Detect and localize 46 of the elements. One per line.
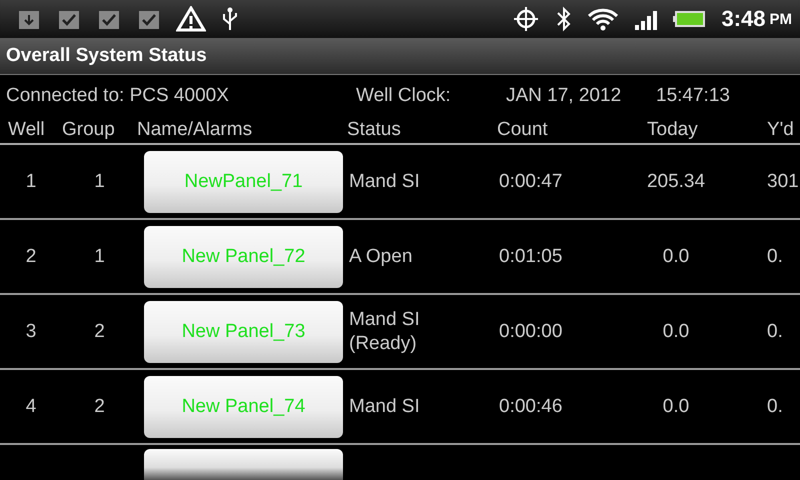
column-header: Name/Alarms bbox=[137, 119, 254, 141]
panel-button[interactable] bbox=[144, 449, 343, 480]
table-cell-text: 0:00:46 bbox=[498, 394, 564, 418]
table-cell-text: Mand SI bbox=[348, 170, 421, 194]
wifi-icon bbox=[587, 6, 620, 32]
table-cell-text: 2 bbox=[93, 394, 106, 418]
table-cell-text: Mand SI (Ready) bbox=[348, 308, 421, 356]
clock-date: JAN 17, 2012 bbox=[506, 85, 622, 107]
table-cell-text: 3 bbox=[24, 320, 38, 344]
clock-time: 3:48 bbox=[721, 6, 766, 32]
connection-label: Connected to: PCS 4000X bbox=[5, 85, 230, 107]
usb-icon bbox=[220, 6, 240, 32]
panel-button[interactable]: New Panel_74 bbox=[144, 376, 343, 438]
table-cell-text: 1 bbox=[93, 244, 106, 268]
clock-time-value: 15:47:13 bbox=[656, 85, 731, 107]
panel-button[interactable]: NewPanel_71 bbox=[144, 150, 343, 212]
table-cell-text: 2 bbox=[93, 320, 106, 344]
column-header: Well bbox=[7, 119, 46, 141]
table-cell-text: 205.34 bbox=[646, 170, 706, 194]
screen-title: Overall System Status bbox=[6, 45, 207, 67]
table-cell-text: 4 bbox=[24, 394, 38, 418]
panel-button[interactable]: New Panel_73 bbox=[144, 300, 343, 362]
panel-button[interactable]: New Panel_72 bbox=[144, 226, 343, 288]
table-cell-text: A Open bbox=[348, 244, 414, 268]
table-cell-text: Mand SI bbox=[348, 394, 421, 418]
table-cell-text: 301 bbox=[766, 170, 800, 194]
table-cell-text: 0. bbox=[766, 244, 784, 268]
column-header: Y'd bbox=[766, 119, 795, 141]
table-cell-text: 0:00:00 bbox=[498, 320, 564, 344]
table-cell-text: 0.0 bbox=[662, 320, 690, 344]
column-header: Today bbox=[646, 119, 699, 141]
table-cell-text: 0. bbox=[766, 320, 784, 344]
table-cell-text: 0. bbox=[766, 394, 784, 418]
clock-meridiem: PM bbox=[770, 10, 792, 28]
table-cell-text: 1 bbox=[24, 170, 38, 194]
table-cell-text: 0:01:05 bbox=[498, 244, 564, 268]
warning-icon bbox=[176, 6, 206, 32]
column-header: Status bbox=[347, 119, 402, 141]
column-header: Group bbox=[62, 119, 116, 141]
table-cell-text: 1 bbox=[93, 170, 106, 194]
column-header: Count bbox=[497, 119, 549, 141]
table-cell-text: 0.0 bbox=[662, 244, 690, 268]
table-cell-text: 0.0 bbox=[662, 394, 690, 418]
well-clock-label: Well Clock: bbox=[356, 85, 452, 107]
table-cell-text: 0:00:47 bbox=[498, 170, 564, 194]
table-cell-text: 2 bbox=[24, 244, 38, 268]
